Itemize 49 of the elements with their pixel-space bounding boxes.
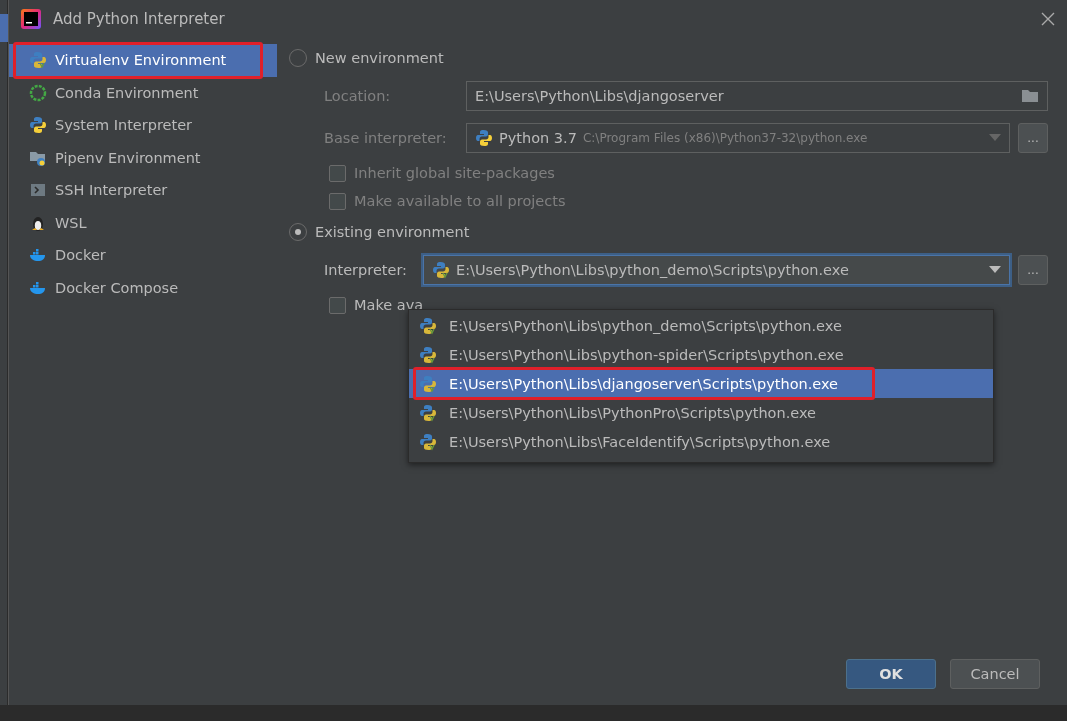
field-label: Base interpreter: — [324, 130, 448, 146]
dropdown-option[interactable]: E:\Users\Python\Libs\FaceIdentify\Scripts\python.exe — [409, 427, 993, 456]
sidebar-item[interactable]: Conda Environment — [9, 76, 277, 109]
browse-button[interactable]: ... — [1018, 123, 1048, 153]
browse-button[interactable]: ... — [1018, 255, 1048, 285]
sidebar-item[interactable]: Virtualenv Environment — [9, 44, 277, 77]
field-label: Location: — [324, 88, 392, 104]
checkbox[interactable] — [329, 192, 346, 210]
radio-button[interactable] — [289, 223, 307, 241]
caret-icon — [989, 134, 1001, 142]
sidebar-item[interactable]: Docker Compose — [9, 271, 277, 304]
python-venv-icon — [419, 403, 437, 422]
checkbox-label: Inherit global site-packages — [354, 165, 555, 181]
window-edge — [0, 14, 8, 42]
sidebar-item[interactable]: SSH Interpreter — [9, 174, 277, 207]
caret-icon — [989, 266, 1001, 274]
checkbox[interactable] — [329, 296, 346, 314]
interpreter-dropdown[interactable]: E:\Users\Python\Libs\python_demo\Scripts\python.exe — [423, 255, 1010, 285]
ring-icon — [29, 83, 47, 102]
sidebar-item[interactable]: Docker — [9, 239, 277, 272]
python-venv-icon — [432, 261, 450, 279]
python-icon — [29, 116, 47, 135]
sidebar-item[interactable]: Pipenv Environment — [9, 141, 277, 174]
close-icon[interactable] — [1041, 11, 1055, 26]
dropdown-option[interactable]: E:\Users\Python\Libs\djangoserver\Scripts\python.exe — [409, 369, 993, 398]
ok-button[interactable]: OK — [846, 659, 936, 689]
field-label: Interpreter: — [324, 262, 408, 278]
dropdown-option[interactable]: E:\Users\Python\Libs\python-spider\Scripts\python.exe — [409, 340, 993, 369]
cancel-button[interactable]: Cancel — [950, 659, 1040, 689]
radio-button[interactable] — [289, 49, 307, 67]
dropdown-option[interactable]: E:\Users\Python\Libs\PythonPro\Scripts\python.exe — [409, 398, 993, 427]
radio-label: Existing environment — [315, 224, 470, 240]
python-venv-icon — [419, 432, 437, 451]
radio-label: New environment — [315, 50, 444, 66]
checkbox[interactable] — [329, 164, 346, 182]
python-venv-icon — [419, 316, 437, 335]
app-logo-icon — [21, 8, 41, 29]
python-icon — [475, 129, 493, 147]
sidebar-item[interactable]: WSL — [9, 206, 277, 239]
sidebar-item[interactable]: System Interpreter — [9, 109, 277, 142]
location-field[interactable]: E:\Users\Python\Libs\djangoserver — [466, 81, 1048, 111]
python-venv-icon — [29, 51, 47, 70]
window-title: Add Python Interpreter — [53, 9, 226, 28]
dropdown-option[interactable]: E:\Users\Python\Libs\python_demo\Scripts\python.exe — [409, 311, 993, 340]
checkbox-label: Make available to all projects — [354, 193, 566, 209]
python-venv-icon — [419, 374, 437, 393]
folder-icon[interactable] — [1021, 89, 1039, 103]
base-interpreter-dropdown[interactable]: Python 3.7 C:\Program Files (x86)\Python37-32\python.exe — [466, 123, 1010, 153]
python-venv-icon — [419, 345, 437, 364]
